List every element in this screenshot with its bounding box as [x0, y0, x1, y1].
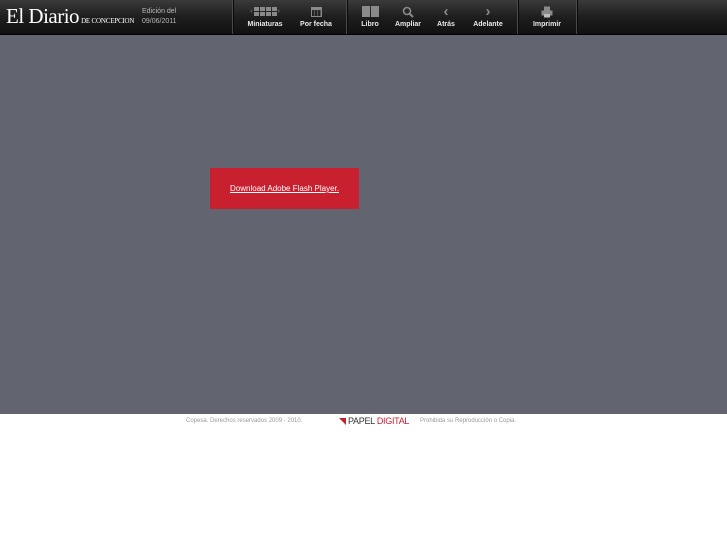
atras-button[interactable]: ‹ Atrás — [432, 4, 460, 32]
footer-copyright: Copesa. Derechos reservados 2009 - 2010. — [186, 418, 303, 424]
libro-button[interactable]: Libro — [356, 4, 384, 32]
thumbnails-icon: ‹ › — [250, 7, 280, 16]
por-fecha-label: Por fecha — [300, 21, 332, 28]
printer-icon — [527, 4, 567, 19]
brand-digital: DIGITAL — [376, 416, 410, 426]
edition-info: Edición del 09/06/2011 — [142, 7, 177, 27]
ampliar-button[interactable]: Ampliar — [391, 4, 425, 32]
miniaturas-button[interactable]: ‹ › Miniaturas — [242, 4, 288, 32]
libro-label: Libro — [361, 21, 379, 28]
toolbar-divider — [576, 0, 578, 34]
edition-date: 09/06/2011 — [142, 18, 177, 25]
toolbar-divider — [232, 0, 234, 34]
flash-content-area: Download Adobe Flash Player. — [0, 35, 727, 414]
flash-download-box: Download Adobe Flash Player. — [210, 168, 359, 209]
footer-notice: Prohibida su Reproducción o Copia. — [420, 418, 517, 424]
brand-mark-icon — [339, 417, 346, 425]
por-fecha-button[interactable]: Por fecha — [294, 4, 338, 32]
calendar-icon — [294, 4, 338, 19]
atras-label: Atrás — [437, 21, 455, 28]
edition-label: Edición del — [142, 8, 177, 15]
imprimir-label: Imprimir — [532, 21, 561, 28]
miniaturas-label: Miniaturas — [247, 21, 283, 28]
logo-subtitle: DE CONCEPCION — [81, 17, 135, 25]
top-toolbar: El Diario DE CONCEPCION Edición del 09/0… — [0, 0, 727, 35]
adelante-label: Adelante — [473, 21, 503, 28]
papel-digital-logo[interactable]: PAPEL DIGITAL — [339, 416, 409, 426]
site-logo[interactable]: El Diario DE CONCEPCION — [6, 4, 134, 30]
imprimir-button[interactable]: Imprimir — [527, 4, 567, 32]
logo-title: El Diario — [6, 4, 80, 28]
ampliar-label: Ampliar — [394, 21, 422, 28]
toolbar-divider — [346, 0, 348, 34]
book-icon — [356, 4, 384, 19]
adelante-button[interactable]: › Adelante — [467, 4, 509, 32]
chevron-right-icon: › — [485, 3, 491, 20]
magnifier-icon — [391, 4, 425, 19]
toolbar-divider — [517, 0, 519, 34]
footer: Copesa. Derechos reservados 2009 - 2010.… — [0, 414, 727, 430]
download-flash-link[interactable]: Download Adobe Flash Player. — [230, 184, 339, 193]
chevron-left-icon: ‹ — [443, 3, 449, 20]
brand-papel: PAPEL — [348, 416, 375, 426]
